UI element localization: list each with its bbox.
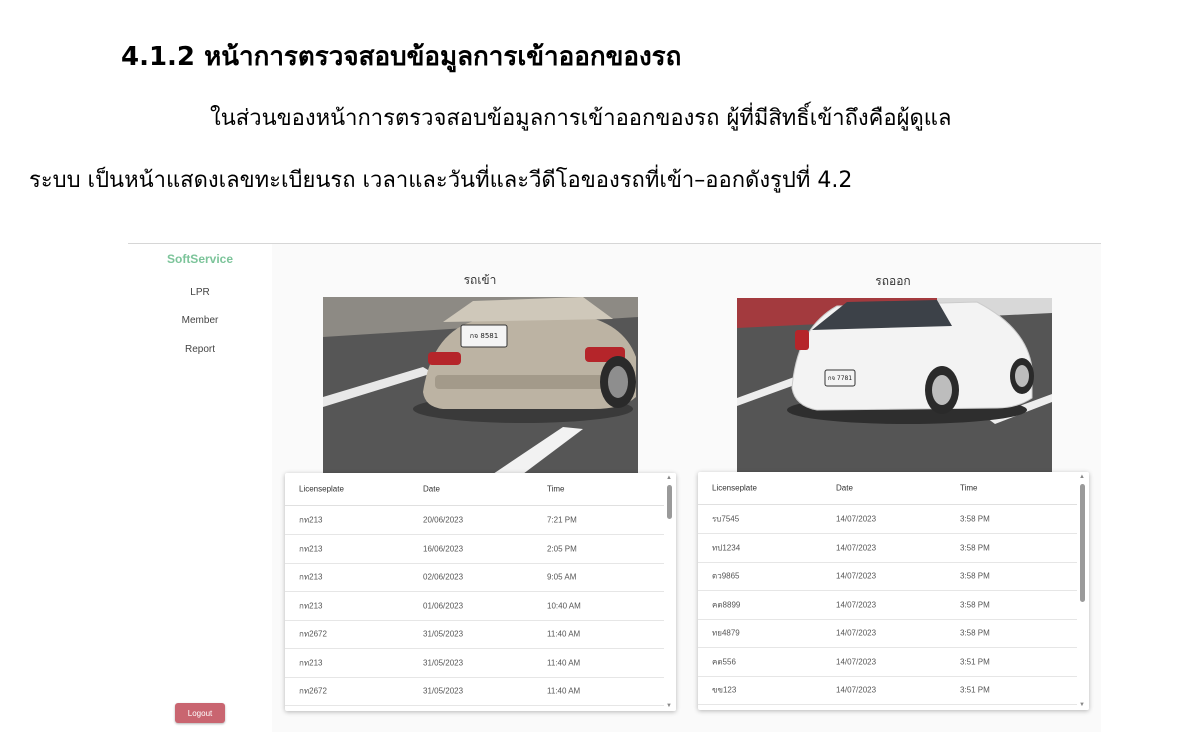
cell-time: 11:40 AM [547, 658, 581, 668]
cell-plate: กท2672 [299, 686, 327, 696]
table-row[interactable]: คต8899 14/07/2023 3:58 PM [698, 591, 1077, 620]
scroll-thumb[interactable] [1080, 484, 1085, 602]
column-header-time[interactable]: Time [547, 485, 564, 494]
table-row[interactable]: ทป1234 14/07/2023 3:58 PM [698, 534, 1077, 563]
scroll-up-icon[interactable]: ▲ [666, 475, 672, 481]
cell-plate: กท213 [299, 601, 323, 611]
table-row[interactable]: ขข123 14/07/2023 3:51 PM [698, 676, 1077, 705]
cell-plate: กท213 [299, 515, 323, 525]
cell-time: 3:58 PM [960, 628, 990, 638]
column-header-licenseplate[interactable]: Licenseplate [712, 484, 757, 493]
brand-logo: SoftService [166, 252, 234, 266]
cell-time: 3:58 PM [960, 571, 990, 581]
exit-car-video[interactable]: กจ 7781 [737, 298, 1052, 472]
table-row[interactable]: กท213 20/06/2023 7:21 PM [285, 506, 664, 535]
cell-date: 14/07/2023 [836, 657, 877, 667]
svg-text:กจ 8581: กจ 8581 [470, 332, 498, 340]
entry-car-video[interactable]: กจ 8581 [323, 297, 638, 474]
cell-date: 14/07/2023 [836, 543, 877, 553]
table-row[interactable]: ทย4879 14/07/2023 3:58 PM [698, 619, 1077, 648]
table-row[interactable]: กท213 31/05/2023 11:40 AM [285, 649, 664, 678]
paragraph-line-1: ในส่วนของหน้าการตรวจสอบข้อมูลการเข้าออกข… [210, 106, 952, 131]
table-row[interactable]: กท213 01/06/2023 10:40 AM [285, 592, 664, 621]
cell-plate: ทป1234 [712, 543, 741, 553]
table-row[interactable]: กท2672 31/05/2023 11:40 AM [285, 620, 664, 649]
table-row[interactable]: กท213 16/06/2023 2:05 PM [285, 535, 664, 564]
cell-time: 2:05 PM [547, 544, 577, 554]
cell-date: 14/07/2023 [836, 600, 877, 610]
cell-time: 3:51 PM [960, 657, 990, 667]
column-header-time[interactable]: Time [960, 484, 977, 493]
exit-table: Licenseplate Date Time รบ7545 14/07/2023 3… [698, 472, 1089, 710]
logout-button[interactable]: Logout [175, 703, 225, 723]
cell-plate: ทย4879 [712, 628, 740, 638]
column-header-date[interactable]: Date [423, 485, 440, 494]
cell-date: 14/07/2023 [836, 514, 877, 524]
cell-date: 01/06/2023 [423, 601, 464, 611]
cell-time: 3:58 PM [960, 600, 990, 610]
cell-time: 3:58 PM [960, 543, 990, 553]
cell-plate: กท213 [299, 572, 323, 582]
cell-time: 7:21 PM [547, 515, 577, 525]
app-screenshot: SoftService LPR Member Report Logout รถเ… [128, 243, 1101, 732]
section-heading: 4.1.2 หน้าการตรวจสอบข้อมูลการเข้าออกของร… [121, 42, 682, 72]
cell-date: 14/07/2023 [836, 628, 877, 638]
cell-date: 31/05/2023 [423, 686, 464, 696]
exit-table-scrollbar[interactable]: ▲ ▼ [1077, 472, 1089, 710]
sidebar: SoftService LPR Member Report Logout [128, 244, 272, 732]
cell-date: 20/06/2023 [423, 515, 464, 525]
nav-item-report[interactable]: Report [128, 344, 272, 355]
cell-plate: กท213 [299, 658, 323, 668]
cell-plate: คต8899 [712, 600, 741, 610]
cell-plate: กท2672 [299, 629, 327, 639]
svg-text:กจ 7781: กจ 7781 [828, 375, 853, 382]
nav-item-member[interactable]: Member [128, 315, 272, 326]
table-row[interactable]: กท2672 31/05/2023 11:40 AM [285, 677, 664, 706]
cell-date: 14/07/2023 [836, 571, 877, 581]
cell-plate: ดว9865 [712, 571, 740, 581]
entry-panel-title: รถเข้า [463, 273, 497, 287]
cell-plate: ขข123 [712, 685, 737, 695]
exit-table-header: Licenseplate Date Time [698, 472, 1077, 505]
scroll-thumb[interactable] [667, 485, 672, 519]
entry-table: Licenseplate Date Time กท213 20/06/2023 7:… [285, 473, 676, 711]
column-header-licenseplate[interactable]: Licenseplate [299, 485, 344, 494]
nav-item-lpr[interactable]: LPR [128, 287, 272, 298]
cell-date: 16/06/2023 [423, 544, 464, 554]
table-row[interactable]: คต556 14/07/2023 3:51 PM [698, 648, 1077, 677]
table-row[interactable]: ดว9865 14/07/2023 3:58 PM [698, 562, 1077, 591]
cell-time: 10:40 AM [547, 601, 581, 611]
paragraph-line-2: ระบบ เป็นหน้าแสดงเลขทะเบียนรถ เวลาและวัน… [29, 168, 853, 193]
cell-date: 31/05/2023 [423, 629, 464, 639]
cell-date: 14/07/2023 [836, 685, 877, 695]
cell-date: 31/05/2023 [423, 658, 464, 668]
cell-date: 02/06/2023 [423, 572, 464, 582]
cell-time: 3:58 PM [960, 514, 990, 524]
cell-plate: คต556 [712, 657, 736, 667]
scroll-down-icon[interactable]: ▼ [666, 703, 672, 709]
exit-panel-title: รถออก [875, 274, 911, 288]
table-row[interactable]: กท213 02/06/2023 9:05 AM [285, 563, 664, 592]
cell-time: 9:05 AM [547, 572, 577, 582]
column-header-date[interactable]: Date [836, 484, 853, 493]
scroll-down-icon[interactable]: ▼ [1079, 702, 1085, 708]
cell-time: 11:40 AM [547, 629, 581, 639]
cell-time: 3:51 PM [960, 685, 990, 695]
cell-plate: รบ7545 [712, 514, 740, 524]
entry-table-header: Licenseplate Date Time [285, 473, 664, 506]
cell-plate: กท213 [299, 544, 323, 554]
entry-table-scrollbar[interactable]: ▲ ▼ [664, 473, 676, 711]
cell-time: 11:40 AM [547, 686, 581, 696]
table-row[interactable]: รบ7545 14/07/2023 3:58 PM [698, 505, 1077, 534]
scroll-up-icon[interactable]: ▲ [1079, 474, 1085, 480]
